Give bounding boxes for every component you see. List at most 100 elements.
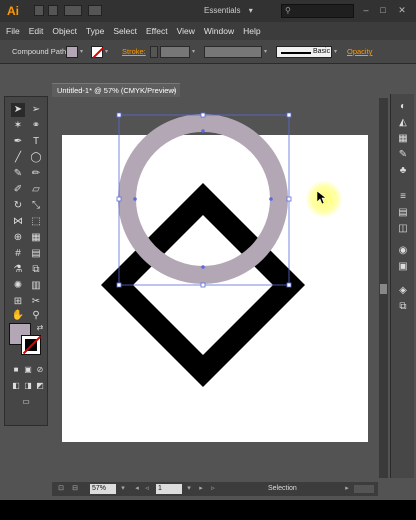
ellipse-tool-icon[interactable]: ◯ bbox=[29, 151, 43, 165]
column-graph-tool-icon[interactable]: ▥ bbox=[29, 279, 43, 293]
arrange-documents-icon[interactable] bbox=[64, 5, 82, 16]
previous-artboard-icon[interactable]: ◂ bbox=[132, 484, 142, 494]
workspace-label: Essentials bbox=[204, 6, 241, 15]
document-tab[interactable]: Untitled-1* @ 57% (CMYK/Preview) × bbox=[52, 83, 180, 97]
workspace-switcher[interactable]: Essentials ▾ bbox=[204, 4, 253, 18]
variable-width-profile[interactable] bbox=[204, 46, 262, 58]
document-tab-title: Untitled-1* @ 57% (CMYK/Preview) bbox=[57, 86, 177, 95]
line-tool-icon[interactable]: ╱ bbox=[11, 151, 25, 165]
symbol-sprayer-tool-icon[interactable]: ✺ bbox=[11, 279, 25, 293]
horizontal-scrollbar[interactable] bbox=[354, 485, 374, 493]
menu-help[interactable]: Help bbox=[243, 26, 260, 36]
vertical-scrollbar-thumb[interactable] bbox=[380, 284, 387, 294]
type-tool-icon[interactable]: T bbox=[29, 135, 43, 149]
rulers-icon[interactable]: ⊟ bbox=[70, 484, 80, 494]
brushes-panel-icon[interactable]: ✎ bbox=[396, 148, 410, 162]
chevron-down-icon[interactable]: ▾ bbox=[184, 484, 194, 494]
swatches-panel-icon[interactable]: ▦ bbox=[396, 132, 410, 146]
pointer-icon bbox=[317, 191, 327, 205]
graphic-styles-panel-icon[interactable]: ▣ bbox=[396, 260, 410, 274]
chevron-down-icon[interactable]: ▾ bbox=[118, 484, 128, 494]
draw-inside-icon[interactable]: ◩ bbox=[33, 379, 47, 393]
menu-object[interactable]: Object bbox=[52, 26, 77, 36]
symbols-panel-icon[interactable]: ♣ bbox=[396, 164, 410, 178]
blend-tool-icon[interactable]: ⧉ bbox=[29, 263, 43, 277]
status-menu-icon[interactable]: ▸ bbox=[342, 484, 352, 494]
bridge-icon[interactable] bbox=[34, 5, 44, 16]
close-button[interactable]: ✕ bbox=[396, 4, 408, 16]
direct-selection-tool-icon[interactable]: ➢ bbox=[29, 103, 43, 117]
menu-select[interactable]: Select bbox=[113, 26, 137, 36]
chevron-down-icon[interactable]: ▾ bbox=[105, 46, 112, 58]
help-search-input[interactable]: ⚲ bbox=[281, 4, 354, 18]
width-tool-icon[interactable]: ⋈ bbox=[11, 215, 25, 229]
selection-tool-icon[interactable]: ➤ bbox=[11, 103, 25, 117]
color-panel-icon[interactable]: ◐ bbox=[396, 100, 410, 114]
opacity-panel-link[interactable]: Opacity bbox=[347, 47, 372, 56]
hand-tool-icon[interactable]: ✋ bbox=[11, 309, 25, 323]
stroke-weight-field[interactable] bbox=[160, 46, 190, 58]
free-transform-tool-icon[interactable]: ⬚ bbox=[29, 215, 43, 229]
gpu-icon[interactable] bbox=[88, 5, 102, 16]
lasso-tool-icon[interactable]: ⚭ bbox=[29, 119, 43, 133]
chevron-down-icon[interactable]: ▾ bbox=[264, 46, 271, 58]
gradient-tool-icon[interactable]: ▤ bbox=[29, 247, 43, 261]
stroke-swatch[interactable] bbox=[91, 46, 103, 58]
chevron-down-icon[interactable]: ▾ bbox=[192, 46, 199, 58]
minimize-button[interactable]: – bbox=[360, 4, 372, 16]
menu-file[interactable]: File bbox=[6, 26, 20, 36]
app-logo: Ai bbox=[7, 4, 19, 18]
last-artboard-icon[interactable]: ▹ bbox=[208, 484, 218, 494]
color-guide-icon[interactable]: ◭ bbox=[396, 116, 410, 130]
menu-type[interactable]: Type bbox=[86, 26, 104, 36]
vertical-scrollbar[interactable] bbox=[379, 98, 388, 478]
paintbrush-tool-icon[interactable]: ✎ bbox=[11, 167, 25, 181]
maximize-button[interactable]: □ bbox=[377, 4, 389, 16]
chevron-down-icon[interactable]: ▾ bbox=[334, 46, 341, 58]
scale-tool-icon[interactable]: ⤡ bbox=[29, 199, 43, 213]
eraser-tool-icon[interactable]: ▱ bbox=[29, 183, 43, 197]
rotate-tool-icon[interactable]: ↻ bbox=[11, 199, 25, 213]
close-icon[interactable]: × bbox=[172, 84, 176, 98]
blob-brush-tool-icon[interactable]: ✐ bbox=[11, 183, 25, 197]
first-artboard-icon[interactable]: ⊡ bbox=[56, 484, 66, 494]
brush-definition-label: Basic bbox=[313, 48, 331, 55]
menu-edit[interactable]: Edit bbox=[29, 26, 44, 36]
magic-wand-tool-icon[interactable]: ✶ bbox=[11, 119, 25, 133]
first-page-icon[interactable]: ◃ bbox=[142, 484, 152, 494]
status-text[interactable]: Selection bbox=[268, 484, 297, 494]
layers-panel-icon[interactable]: ◈ bbox=[396, 284, 410, 298]
artboard-tool-icon[interactable]: ⊞ bbox=[11, 295, 25, 309]
mesh-tool-icon[interactable]: # bbox=[11, 247, 25, 261]
chevron-down-icon[interactable]: ▾ bbox=[80, 46, 87, 58]
appearance-panel-icon[interactable]: ◉ bbox=[396, 244, 410, 258]
eyedropper-tool-icon[interactable]: ⚗ bbox=[11, 263, 25, 277]
pen-tool-icon[interactable]: ✒ bbox=[11, 135, 25, 149]
stock-icon[interactable] bbox=[48, 5, 58, 16]
shape-builder-tool-icon[interactable]: ⊕ bbox=[11, 231, 25, 245]
stroke-panel-icon[interactable]: ≡ bbox=[396, 190, 410, 204]
fill-swatch[interactable] bbox=[66, 46, 78, 58]
zoom-level-field[interactable]: 57% bbox=[90, 484, 116, 494]
transparency-panel-icon[interactable]: ◫ bbox=[396, 222, 410, 236]
none-mode-icon[interactable]: ⊘ bbox=[33, 363, 47, 377]
search-icon: ⚲ bbox=[285, 6, 291, 15]
brush-definition-select[interactable]: Basic bbox=[276, 46, 332, 58]
perspective-grid-tool-icon[interactable]: ▦ bbox=[29, 231, 43, 245]
pencil-tool-icon[interactable]: ✏ bbox=[29, 167, 43, 181]
artboard-number-field[interactable]: 1 bbox=[156, 484, 182, 494]
menu-window[interactable]: Window bbox=[204, 26, 234, 36]
stroke-panel-link[interactable]: Stroke: bbox=[122, 47, 146, 56]
stroke-color-box[interactable] bbox=[21, 335, 41, 355]
screen-mode-icon[interactable]: ▭ bbox=[19, 395, 33, 409]
tools-panel: ➤ ➢ ✶ ⚭ ✒ T ╱ ◯ ✎ ✏ ✐ ▱ ↻ ⤡ ⋈ ⬚ ⊕ ▦ # ▤ … bbox=[4, 96, 48, 426]
artboards-panel-icon[interactable]: ⧉ bbox=[396, 300, 410, 314]
next-artboard-icon[interactable]: ▸ bbox=[196, 484, 206, 494]
stroke-weight-stepper[interactable] bbox=[150, 46, 158, 58]
menu-effect[interactable]: Effect bbox=[146, 26, 168, 36]
gradient-panel-icon[interactable]: ▤ bbox=[396, 206, 410, 220]
slice-tool-icon[interactable]: ✂ bbox=[29, 295, 43, 309]
menu-view[interactable]: View bbox=[177, 26, 195, 36]
swap-fill-stroke-icon[interactable]: ⇄ bbox=[33, 321, 47, 335]
title-bar: Ai Essentials ▾ ⚲ – □ ✕ bbox=[0, 0, 416, 22]
